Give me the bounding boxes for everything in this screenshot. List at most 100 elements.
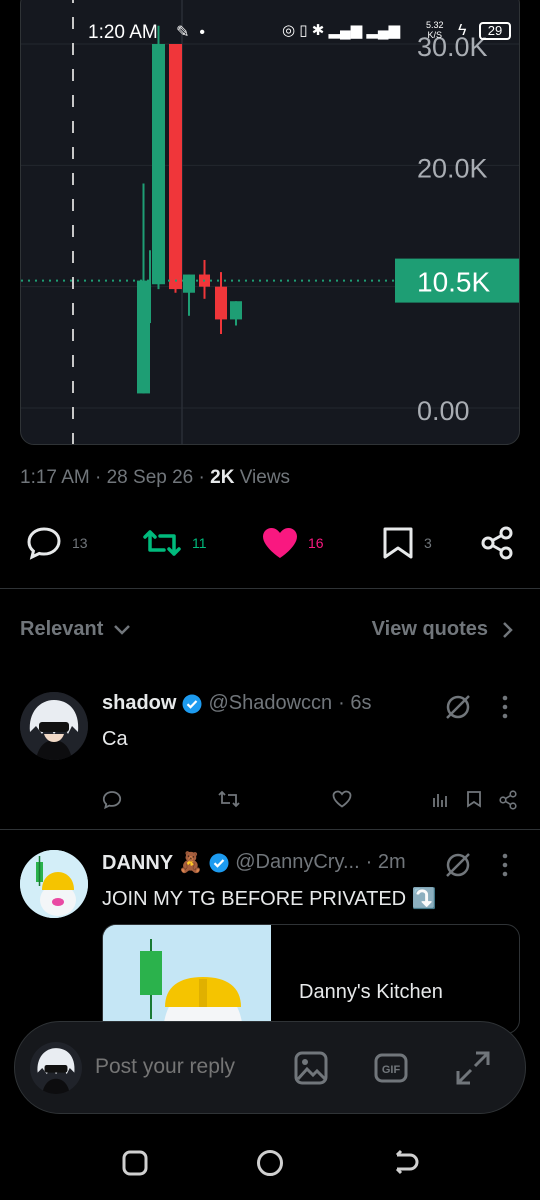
bluetooth-icon: ✱ [311, 22, 325, 39]
candle-body [215, 286, 227, 320]
meta-separator: · [95, 467, 102, 488]
grok-icon[interactable] [443, 850, 473, 880]
share-icon [499, 790, 517, 810]
charging-icon: ϟ [458, 22, 467, 39]
reply-text: Ca [102, 728, 128, 750]
reply-count: 13 [72, 535, 88, 551]
anime-avatar-image [30, 1042, 82, 1094]
post-date: 28 Sep 26 [106, 467, 194, 488]
candle-body [149, 284, 151, 290]
penguin-avatar-image [20, 850, 88, 918]
divider [0, 588, 540, 589]
y-tick-label: 0.00 [417, 396, 470, 426]
sort-label: Relevant [20, 618, 104, 640]
price-chart[interactable]: 30.0K20.0K10.0K0.0010.5K [20, 0, 520, 445]
reply-time: · 2m [365, 851, 406, 873]
like-button[interactable]: 16 [262, 520, 324, 566]
recent-apps-button[interactable] [120, 1148, 150, 1183]
network-speed-value: 5.32 [426, 20, 444, 30]
reply-comment-button[interactable] [102, 790, 122, 815]
reply-share-button[interactable] [498, 790, 518, 815]
reply-repost-button[interactable] [218, 790, 240, 813]
avatar[interactable] [20, 850, 88, 918]
heart-icon [263, 528, 297, 558]
verified-badge-icon [182, 694, 202, 713]
reply-analytics-button[interactable] [432, 790, 450, 813]
post-meta: 1:17 AM · 28 Sep 26 · 2K Views [20, 467, 290, 489]
views-count: 2K [210, 467, 235, 488]
gif-icon[interactable]: GIF [373, 1050, 409, 1086]
candle-body [230, 301, 242, 320]
bookmark-icon [383, 527, 413, 559]
more-options-icon[interactable] [500, 694, 510, 720]
repost-icon [218, 790, 240, 808]
reply-bookmark-button[interactable] [466, 790, 482, 813]
back-icon [395, 1149, 419, 1175]
sort-dropdown[interactable]: Relevant [20, 618, 131, 641]
avatar [30, 1042, 82, 1094]
post-time: 1:17 AM [20, 467, 90, 488]
comment-icon [27, 527, 61, 560]
view-quotes-link[interactable]: View quotes [372, 618, 514, 641]
back-button[interactable] [390, 1148, 420, 1183]
4g-signal-icon: ▂▄▆ [328, 22, 363, 39]
candle-body [137, 280, 150, 394]
network-speed-unit: K/S [427, 30, 443, 40]
recents-icon [122, 1150, 148, 1176]
pulse-icon: ◎ [282, 22, 296, 39]
candle-body [183, 274, 195, 293]
status-time: 1:20 AM [88, 22, 158, 43]
network-speed: 5.32 K/S [426, 20, 444, 40]
repost-button[interactable]: 11 [142, 520, 207, 566]
share-button[interactable] [480, 520, 514, 566]
candle-body [169, 44, 182, 290]
svg-text:GIF: GIF [382, 1064, 401, 1076]
reply-input[interactable] [95, 1055, 275, 1079]
link-preview-card[interactable]: Danny's Kitchen [102, 924, 520, 1034]
verified-badge-icon [209, 853, 229, 872]
pill-icon: ✎ [176, 24, 200, 41]
view-quotes-label: View quotes [371, 618, 488, 640]
dot-icon: • [199, 24, 216, 41]
y-tick-label: 20.0K [417, 153, 488, 183]
signal-icon: ▂▄▆ [366, 22, 401, 39]
reply-author-name[interactable]: shadow [102, 692, 176, 715]
chevron-right-icon [503, 621, 513, 638]
bookmark-icon [467, 791, 481, 808]
image-icon[interactable] [293, 1050, 329, 1086]
link-thumbnail-image [103, 925, 271, 1033]
reply-author-handle[interactable]: @Shadowccn [208, 692, 332, 715]
reply-author-handle[interactable]: @DannyCry... [235, 851, 359, 874]
more-options-icon[interactable] [500, 852, 510, 878]
analytics-icon [433, 794, 447, 807]
reply-time: · 6s [338, 692, 372, 714]
reply-like-button[interactable] [332, 790, 352, 813]
reply-button[interactable]: 13 [26, 520, 88, 566]
status-bar: 1:20 AM ✎• ◎ ▯ ✱ ▂▄▆ ▂▄▆ 5.32 K/S ϟ 29 [0, 16, 540, 52]
home-button[interactable] [255, 1148, 285, 1183]
link-card-title: Danny's Kitchen [299, 981, 443, 1003]
repost-count: 11 [192, 535, 207, 551]
grok-icon[interactable] [443, 692, 473, 722]
reply-composer: GIF [14, 1021, 526, 1114]
current-price-label: 10.5K [417, 267, 490, 298]
reply-header: DANNY 🧸 @DannyCry... · 2m [102, 850, 406, 875]
reply-item[interactable]: shadow @Shadowccn · 6s Ca [0, 680, 540, 830]
anime-avatar-image [20, 692, 88, 760]
share-icon [481, 526, 513, 560]
bookmark-button[interactable]: 3 [382, 520, 432, 566]
link-thumbnail [103, 925, 271, 1033]
comment-icon [102, 791, 122, 810]
home-icon [257, 1150, 283, 1176]
chevron-down-icon [114, 624, 131, 635]
reply-action-bar [102, 790, 520, 814]
views-label[interactable]: Views [240, 467, 290, 488]
avatar[interactable] [20, 692, 88, 760]
candlestick-chart: 30.0K20.0K10.0K0.0010.5K [21, 0, 519, 444]
bookmark-count: 3 [424, 535, 432, 551]
divider [0, 829, 540, 830]
reply-author-name[interactable]: DANNY 🧸 [102, 850, 203, 875]
expand-icon[interactable] [455, 1050, 491, 1086]
system-navigation-bar [0, 1124, 540, 1200]
candle-body [152, 44, 165, 285]
